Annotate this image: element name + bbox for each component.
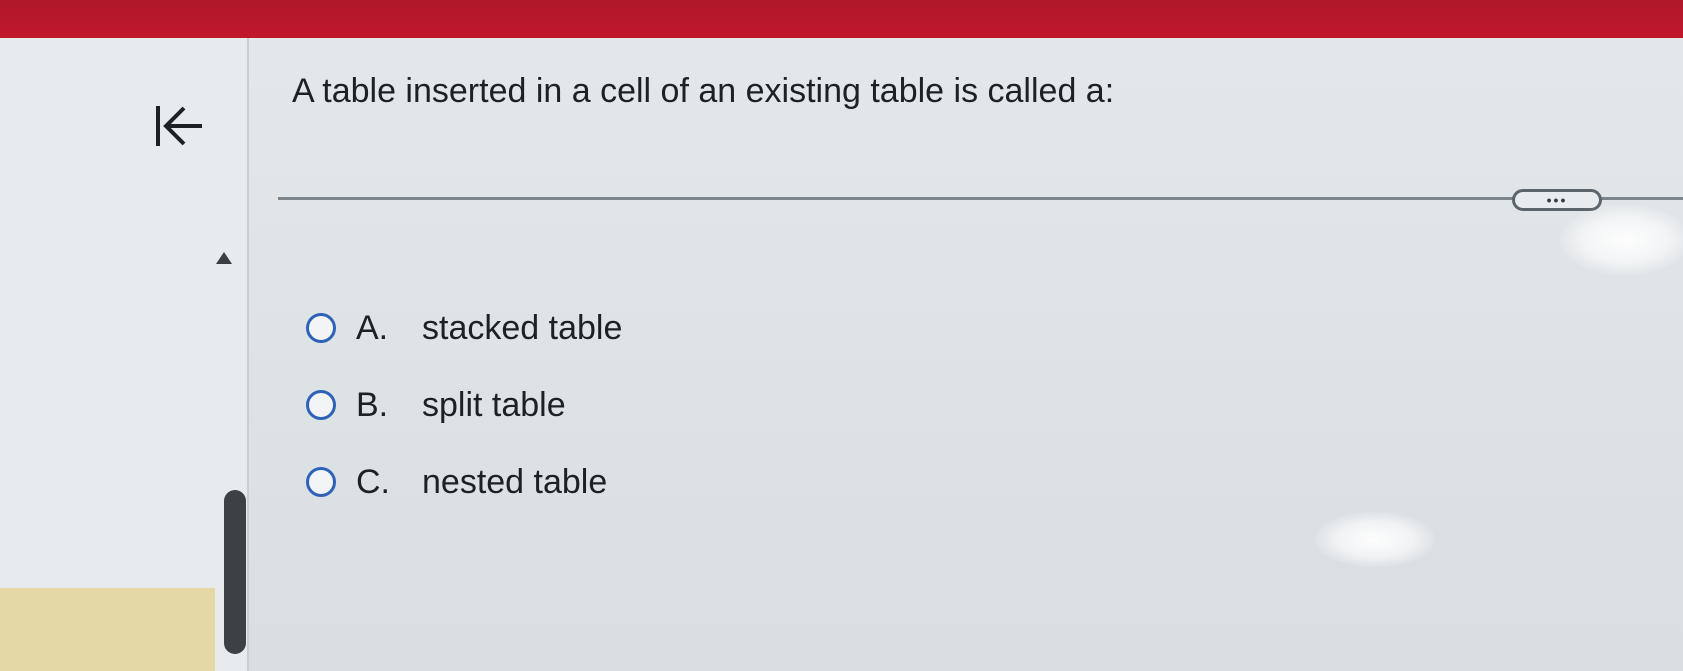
- scroll-up-icon[interactable]: [216, 252, 232, 264]
- option-letter: A.: [356, 308, 389, 347]
- collapse-left-icon: [156, 106, 202, 146]
- screen-glare: [1315, 512, 1435, 567]
- option-b[interactable]: B. split table: [306, 385, 622, 425]
- page: A table inserted in a cell of an existin…: [0, 0, 1683, 671]
- left-panel-highlight: [0, 588, 215, 671]
- question-separator: [278, 197, 1683, 200]
- option-a[interactable]: A. stacked table: [306, 308, 622, 348]
- option-label: stacked table: [422, 308, 623, 347]
- radio-button[interactable]: [306, 390, 336, 420]
- option-letter: B.: [356, 385, 389, 424]
- panel-divider: [247, 38, 249, 671]
- left-panel: [0, 38, 247, 671]
- scrollbar-thumb[interactable]: [224, 490, 246, 654]
- option-label: nested table: [422, 462, 608, 501]
- screen-glare: [1560, 205, 1683, 275]
- radio-button[interactable]: [306, 313, 336, 343]
- option-letter: C.: [356, 462, 390, 501]
- radio-button[interactable]: [306, 467, 336, 497]
- collapse-button[interactable]: [150, 96, 206, 156]
- answer-options: A. stacked table B. split table C. neste…: [306, 308, 622, 539]
- question-text: A table inserted in a cell of an existin…: [292, 72, 1115, 110]
- option-label: split table: [422, 385, 566, 424]
- option-c[interactable]: C. nested table: [306, 462, 622, 502]
- top-bar: [0, 0, 1683, 38]
- more-button[interactable]: •••: [1512, 189, 1602, 211]
